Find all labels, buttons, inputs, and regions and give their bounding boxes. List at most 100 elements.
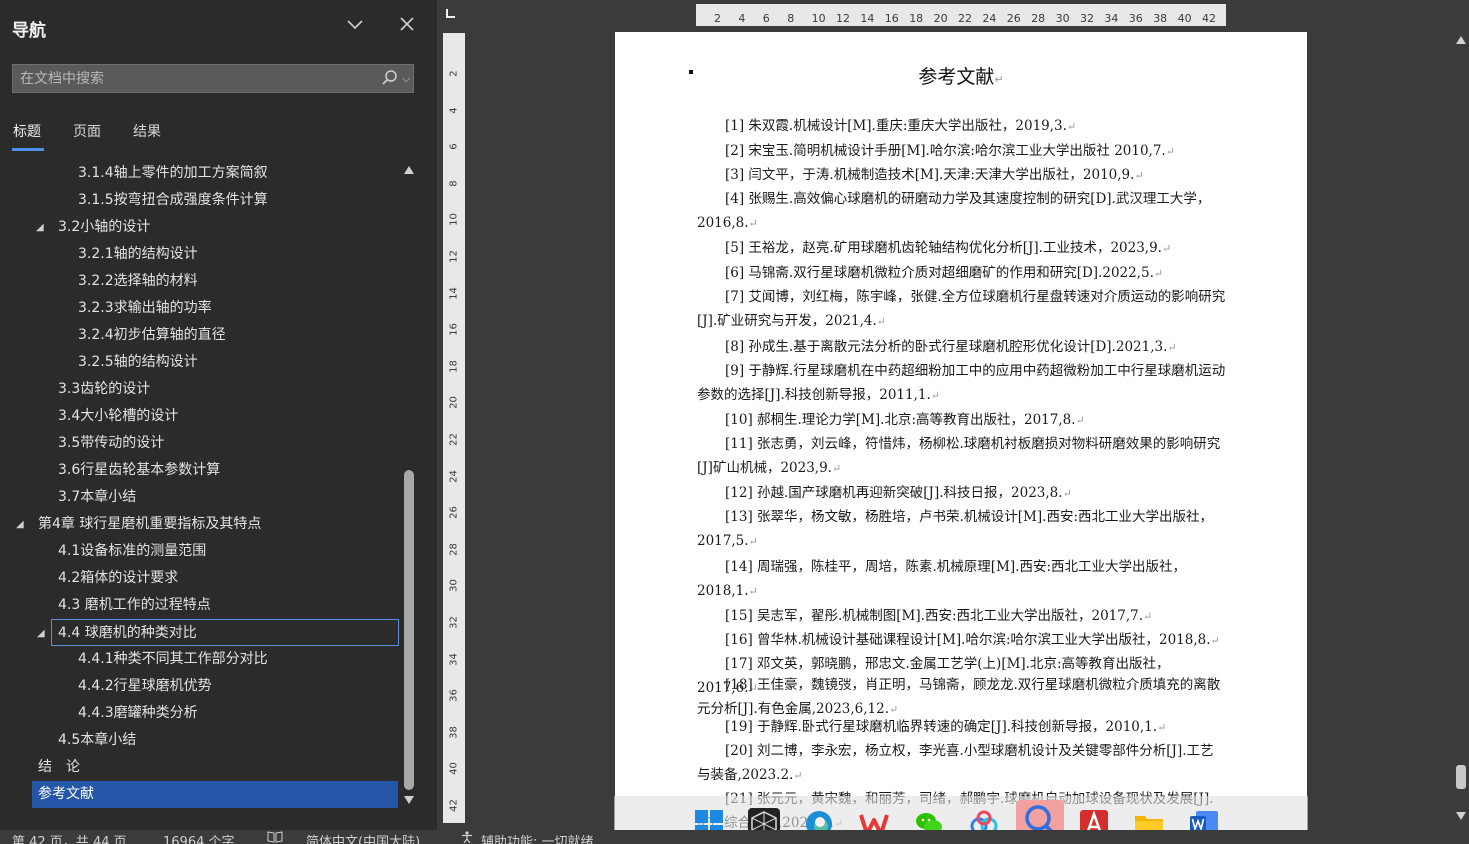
tree-item[interactable]: 3.2.5轴的结构设计: [0, 349, 398, 376]
tab-pages[interactable]: 页面: [73, 121, 101, 141]
proofing-book-icon[interactable]: [267, 831, 283, 843]
page-count[interactable]: 第 42 页，共 44 页: [12, 831, 127, 844]
reference-entry[interactable]: [5] 王裕龙，赵亮.矿用球磨机齿轮轴结构优化分析[J].工业技术，2023,9…: [697, 236, 1227, 261]
reference-entry[interactable]: [7] 艾闻博，刘红梅，陈宇峰，张健.全方位球磨机行星盘转速对介质运动的影响研究…: [697, 285, 1227, 334]
tree-item[interactable]: 4.4.1种类不同其工作部分对比: [0, 646, 398, 673]
ruler-tick-label: 10: [448, 213, 460, 227]
reference-entry[interactable]: [19] 于静辉.卧式行星球磨机临界转速的确定[J].科技创新导报，2010,1…: [697, 715, 1227, 740]
ruler-tick-label: 36: [1128, 12, 1143, 25]
scroll-up-icon[interactable]: [1456, 36, 1466, 44]
paragraph-mark: ↵: [1157, 721, 1167, 734]
accessibility-status[interactable]: 辅助功能: 一切就绪: [481, 831, 594, 844]
accessibility-icon[interactable]: [460, 831, 474, 844]
page-heading[interactable]: 参考文献↵: [615, 62, 1307, 89]
tree-scrollbar[interactable]: [400, 160, 418, 810]
tree-item[interactable]: 3.2.2选择轴的材料: [0, 268, 398, 295]
tree-item[interactable]: ◢ 3.2小轴的设计: [0, 214, 398, 241]
ruler-tick-label: 18: [909, 12, 924, 25]
tree-item[interactable]: 4.5本章小结: [0, 727, 398, 754]
ruler-tick-label: 32: [1080, 12, 1094, 25]
reference-entry[interactable]: [1] 朱双霞.机械设计[M].重庆:重庆大学出版社，2019,3.↵: [697, 114, 1227, 139]
paragraph-mark: ↵: [831, 462, 842, 475]
tree-item[interactable]: 4.4.2行星球磨机优势: [0, 673, 398, 700]
scroll-down-icon[interactable]: [1456, 812, 1466, 820]
tree-item[interactable]: 3.5带传动的设计: [0, 430, 398, 457]
ruler-tick-label: 4: [448, 106, 460, 114]
close-icon[interactable]: [395, 14, 419, 38]
reference-entry[interactable]: [16] 曾华林.机械设计基础课程设计[M].哈尔滨:哈尔滨工业大学出版社，20…: [697, 628, 1227, 653]
tree-item[interactable]: 4.3 磨机工作的过程特点: [0, 592, 398, 619]
tree-item[interactable]: 3.1.5按弯扭合成强度条件计算: [0, 187, 398, 214]
tree-item[interactable]: 3.1.4轴上零件的加工方案简叙: [0, 160, 398, 187]
ruler-tick-label: 34: [1104, 12, 1119, 25]
tree-item-label: 3.3齿轮的设计: [58, 381, 151, 397]
tree-item[interactable]: 3.4大小轮槽的设计: [0, 403, 398, 430]
reference-entry[interactable]: [9] 于静辉.行星球磨机在中药超细粉加工中的应用中药超微粉加工中行星球磨机运动…: [697, 359, 1227, 408]
scroll-down-icon[interactable]: [404, 796, 414, 804]
reference-entry[interactable]: [13] 张翠华，杨文敏，杨胜培，卢书荣.机械设计[M].西安:西北工业大学出版…: [697, 505, 1227, 554]
ruler-tick-label: 18: [448, 359, 460, 373]
reference-entry[interactable]: [15] 吴志军，翟彤.机械制图[M].西安:西北工业大学出版社，2017,7.…: [697, 604, 1227, 629]
tree-item[interactable]: 3.6行星齿轮基本参数计算: [0, 457, 398, 484]
horizontal-ruler: 2 4 6 8 10 12 14 16 18 20 22 24 26 28 30 32 34 36 38 40 42: [468, 0, 1469, 30]
pane-options-chevron-icon[interactable]: [343, 14, 367, 38]
tree-item-label: 4.3 磨机工作的过程特点: [58, 597, 211, 613]
tree-item[interactable]: 3.7本章小结: [0, 484, 398, 511]
document-canvas[interactable]: 参考文献↵ [1] 朱双霞.机械设计[M].重庆:重庆大学出版社，2019,3.…: [468, 30, 1453, 830]
reference-entry[interactable]: [3] 闫文平，于涛.机械制造技术[M].天津:天津大学出版社，2010,9.↵: [697, 163, 1227, 188]
tree-item-label: 4.2箱体的设计要求: [58, 570, 179, 586]
document-page[interactable]: 参考文献↵ [1] 朱双霞.机械设计[M].重庆:重庆大学出版社，2019,3.…: [615, 32, 1307, 830]
paragraph-mark: ↵: [748, 535, 758, 548]
reference-text: [14] 周瑞强，陈桂平，周培，陈素.机械原理[M].西安:西北工业大学出版社，…: [697, 559, 1186, 599]
tree-item[interactable]: 结 论: [0, 754, 398, 781]
expand-triangle-icon[interactable]: ◢: [36, 214, 44, 241]
tree-item[interactable]: 4.2箱体的设计要求: [0, 565, 398, 592]
search-input[interactable]: [13, 65, 373, 92]
ruler-tick-label: 30: [1055, 12, 1070, 25]
tree-item[interactable]: 4.4.3磨罐种类分析: [0, 700, 398, 727]
reference-text: [15] 吴志军，翟彤.机械制图[M].西安:西北工业大学出版社，2017,7.: [725, 608, 1144, 624]
reference-text: [6] 马锦斋.双行星球磨机微粒介质对超细磨矿的作用和研究[D].2022,5.: [725, 265, 1154, 281]
reference-text: [11] 张志勇，刘云峰，符惜炜，杨柳松.球磨机衬板磨损对物料研磨效果的影响研究…: [697, 436, 1221, 476]
tree-item[interactable]: 3.2.4初步估算轴的直径: [0, 322, 398, 349]
tab-headings[interactable]: 标题: [13, 121, 41, 141]
reference-entry[interactable]: [10] 郝桐生.理论力学[M].北京:高等教育出版社，2017,8.↵: [697, 408, 1227, 433]
tree-item[interactable]: 3.2.1轴的结构设计: [0, 241, 398, 268]
paragraph-mark: ↵: [1143, 610, 1153, 623]
search-icon[interactable]: [381, 69, 399, 87]
reference-entry[interactable]: [14] 周瑞强，陈桂平，周培，陈素.机械原理[M].西安:西北工业大学出版社，…: [697, 555, 1227, 604]
reference-entry[interactable]: [20] 刘二博，李永宏，杨立权，李光喜.小型球磨机设计及关键零部件分析[J].…: [697, 739, 1227, 788]
tree-item[interactable]: ◢ 第4章 球行星磨机重要指标及其特点: [0, 511, 398, 538]
reference-entry[interactable]: [11] 张志勇，刘云峰，符惜炜，杨柳松.球磨机衬板磨损对物料研磨效果的影响研究…: [697, 432, 1227, 481]
word-count[interactable]: 16964 个字: [163, 831, 235, 844]
reference-text: [9] 于静辉.行星球磨机在中药超细粉加工中的应用中药超微粉加工中行星球磨机运动…: [697, 363, 1226, 403]
expand-triangle-icon[interactable]: ◢: [16, 511, 24, 538]
scrollbar-thumb[interactable]: [404, 470, 414, 790]
tree-item[interactable]: 参考文献: [32, 781, 398, 808]
tab-results[interactable]: 结果: [133, 121, 161, 141]
reference-entry[interactable]: [2] 宋宝玉.简明机械设计手册[M].哈尔滨:哈尔滨工业大学出版社 2010,…: [697, 139, 1227, 164]
reference-text: [16] 曾华林.机械设计基础课程设计[M].哈尔滨:哈尔滨工业大学出版社，20…: [725, 632, 1211, 648]
reference-entry[interactable]: [4] 张赐生.高效偏心球磨机的研磨动力学及其速度控制的研究[D].武汉理工大学…: [697, 187, 1227, 236]
paragraph-mark: ↵: [1161, 242, 1172, 255]
tree-item-label: 4.4.2行星球磨机优势: [78, 678, 212, 694]
scroll-up-icon[interactable]: [404, 166, 414, 174]
language-indicator[interactable]: 简体中文(中国大陆): [306, 831, 420, 844]
reference-text: [2] 宋宝玉.简明机械设计手册[M].哈尔滨:哈尔滨工业大学出版社 2010,…: [725, 143, 1166, 159]
reference-entry[interactable]: [6] 马锦斋.双行星球磨机微粒介质对超细磨矿的作用和研究[D].2022,5.…: [697, 261, 1227, 286]
ruler-tick-label: 16: [448, 323, 460, 337]
chevron-down-icon[interactable]: ⌵: [402, 69, 410, 89]
tree-item[interactable]: 4.1设备标准的测量范围: [0, 538, 398, 565]
ruler-tick-label: 28: [448, 542, 460, 556]
tree-item[interactable]: ◢ 4.4 球磨机的种类对比: [37, 619, 399, 646]
expand-triangle-icon[interactable]: ◢: [37, 620, 45, 647]
paragraph-mark: ↵: [793, 769, 803, 782]
reference-entry[interactable]: [12] 孙越.国产球磨机再迎新突破[J].科技日报，2023,8.↵: [697, 481, 1227, 506]
reference-entry[interactable]: [8] 孙成生.基于离散元法分析的卧式行星球磨机腔形优化设计[D].2021,3…: [697, 335, 1227, 360]
tab-stop-selector-icon[interactable]: [446, 9, 455, 18]
ruler-tick-label: 38: [1153, 12, 1168, 25]
document-scrollbar[interactable]: [1453, 30, 1469, 830]
scrollbar-thumb[interactable]: [1456, 765, 1466, 789]
tree-item[interactable]: 3.3齿轮的设计: [0, 376, 398, 403]
tree-item[interactable]: 3.2.3求输出轴的功率: [0, 295, 398, 322]
